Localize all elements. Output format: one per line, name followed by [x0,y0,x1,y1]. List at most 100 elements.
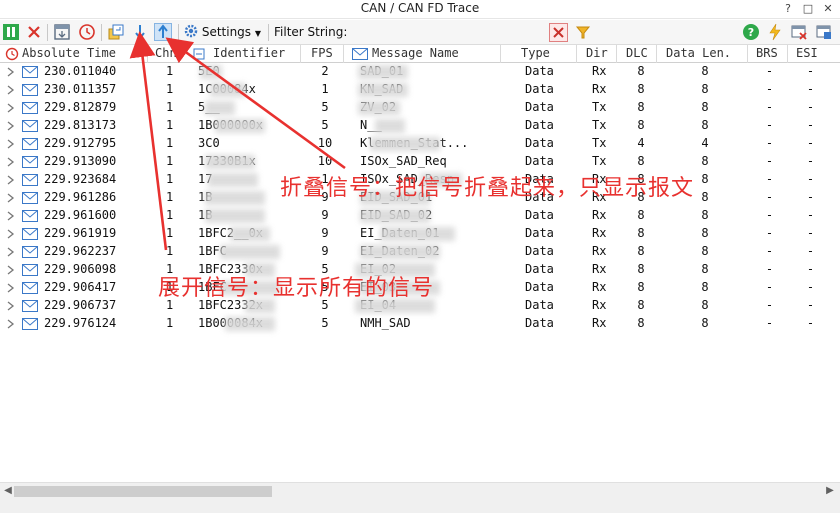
horizontal-scrollbar[interactable]: ◀ ▶ [0,482,840,499]
chevron-right-icon[interactable] [6,66,16,78]
cell-dir: Rx [592,208,607,222]
cell-time: 229.923684 [44,172,117,186]
table-row[interactable]: 229.97612411B000084x5NMH_SADDataRx88-- [0,315,840,333]
column-divider [300,45,301,63]
column-dlc[interactable]: DLC [626,46,648,60]
filter-icon[interactable] [574,23,592,41]
time-mode-icon[interactable] [53,23,71,41]
collapse-signals-icon[interactable] [154,23,172,41]
column-dir[interactable]: Dir [586,46,608,60]
cell-fps: 5 [321,100,329,114]
redaction-blur [210,83,246,97]
cell-brs: - [765,118,774,132]
envelope-icon [22,246,38,258]
cell-fps: 10 [317,136,333,150]
window-dock-icon[interactable] [815,23,833,41]
cell-type: Data [525,82,554,96]
scrollbar-thumb[interactable] [14,486,272,497]
cell-dir: Rx [592,64,607,78]
cell-esi: - [806,316,815,330]
chevron-right-icon[interactable] [6,138,16,150]
chevron-right-icon[interactable] [6,192,16,204]
column-message-name[interactable]: Message Name [372,46,459,60]
envelope-icon [22,120,38,132]
chevron-right-icon[interactable] [6,264,16,276]
help-button[interactable]: ? [781,2,795,16]
column-esi[interactable]: ESI [796,46,818,60]
table-row[interactable]: 229.913090117330B1x10ISOx_SAD_ReqDataTx8… [0,153,840,171]
table-row[interactable]: 229.81317311B000000x5N__DataTx88-- [0,117,840,135]
pause-icon[interactable] [2,23,20,41]
chevron-right-icon[interactable] [6,120,16,132]
envelope-icon [22,174,38,186]
window-title: CAN / CAN FD Trace [360,1,480,15]
envelope-icon [22,66,38,78]
redaction-blur [220,245,280,259]
table-row[interactable]: 229.91279513C010Klemmen_Stat...DataTx44-… [0,135,840,153]
scroll-right-icon[interactable]: ▶ [824,485,836,497]
chevron-right-icon[interactable] [6,282,16,294]
envelope-icon [22,300,38,312]
cell-dlc: 8 [637,82,645,96]
redaction-blur [360,245,440,259]
cell-data-len: 8 [701,190,709,204]
cell-dlc: 8 [637,226,645,240]
cell-data-len: 8 [701,226,709,240]
close-button[interactable]: ✕ [821,2,835,16]
filter-input[interactable] [348,23,546,42]
window-close-icon[interactable] [790,23,808,41]
chevron-right-icon[interactable] [6,246,16,258]
cell-chn: 1 [166,190,174,204]
column-divider [343,45,344,63]
cell-brs: - [765,64,774,78]
cell-brs: - [765,244,774,258]
table-row[interactable]: 230.01104015E02SAD_01DataRx88-- [0,63,840,81]
expand-signals-icon[interactable] [131,23,149,41]
clock-icon[interactable] [78,23,96,41]
lightning-icon[interactable] [766,23,784,41]
title-bar: CAN / CAN FD Trace ? □ ✕ [0,0,840,19]
column-absolute-time[interactable]: Absolute Time [22,46,116,60]
clear-filter-button[interactable] [549,23,568,42]
table-row[interactable]: 229.96223711BFC9EI_Daten_02DataRx88-- [0,243,840,261]
expand-annotation: 展开信号：显示所有的信号 [158,276,435,301]
cell-type: Data [525,208,554,222]
column-chn[interactable]: Chn [155,46,177,60]
cell-esi: - [806,172,815,186]
table-row[interactable]: 230.01135711C00084x1KN_SADDataRx88-- [0,81,840,99]
cell-type: Data [525,154,554,168]
chevron-right-icon[interactable] [6,228,16,240]
chevron-right-icon[interactable] [6,300,16,312]
cell-dir: Rx [592,244,607,258]
maximize-button[interactable]: □ [801,2,815,16]
cell-fps: 9 [321,244,329,258]
chevron-right-icon[interactable] [6,84,16,96]
help-icon[interactable]: ? [742,23,760,41]
settings-menu[interactable]: Settings ▼ [184,23,261,42]
chevron-right-icon[interactable] [6,318,16,330]
column-fps[interactable]: FPS [311,46,333,60]
redaction-blur [200,65,222,79]
cell-time: 229.961919 [44,226,117,240]
chevron-right-icon[interactable] [6,210,16,222]
table-row[interactable]: 229.96191911BFC2__0x9EI_Daten_01DataRx88… [0,225,840,243]
column-type[interactable]: Type [521,46,550,60]
gear-icon [184,24,198,38]
cell-time: 230.011357 [44,82,117,96]
clear-icon[interactable] [25,23,43,41]
table-row[interactable]: 229.96160011B9EID_SAD_02DataRx88-- [0,207,840,225]
table-row[interactable]: 229.81287915__5ZV_02DataTx88-- [0,99,840,117]
cell-brs: - [765,226,774,240]
scroll-left-icon[interactable]: ◀ [2,485,14,497]
cell-brs: - [765,100,774,114]
redaction-blur [205,155,255,169]
column-identifier[interactable]: Identifier [213,46,285,60]
column-brs[interactable]: BRS [756,46,778,60]
chevron-right-icon[interactable] [6,102,16,114]
chevron-right-icon[interactable] [6,156,16,168]
chevron-right-icon[interactable] [6,174,16,186]
redaction-blur [225,317,275,331]
column-data-len[interactable]: Data Len. [666,46,731,60]
layout-icon[interactable] [107,23,125,41]
column-divider [147,45,148,63]
